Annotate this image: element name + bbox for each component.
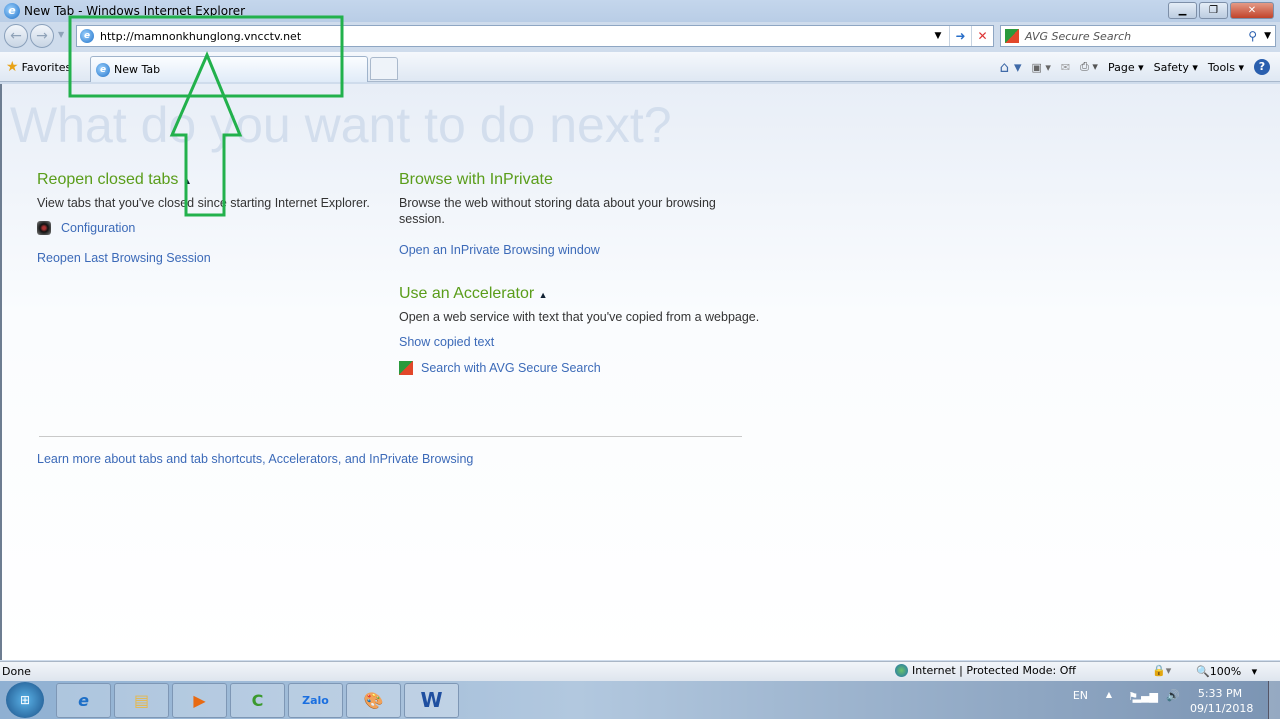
arrow-up-icon [169,51,243,217]
annotation-overlay [68,15,344,217]
